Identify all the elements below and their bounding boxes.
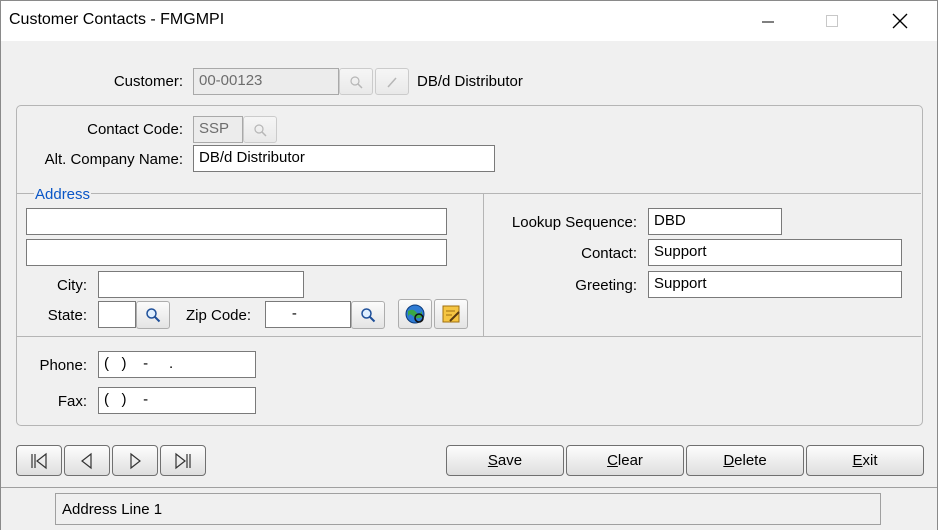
phone-divider: [17, 336, 921, 337]
previous-record-icon: [81, 452, 92, 469]
close-icon: [892, 13, 908, 29]
address-divider: [17, 193, 921, 194]
phone-label: Phone:: [39, 357, 87, 374]
city-field[interactable]: [98, 271, 304, 298]
lookup-sequence-field[interactable]: DBD: [648, 208, 782, 235]
close-button[interactable]: [877, 1, 923, 41]
column-divider: [483, 194, 484, 336]
contact-label: Contact:: [581, 245, 637, 262]
minimize-icon: [762, 21, 774, 23]
zip-code-field[interactable]: -: [265, 301, 351, 328]
pencil-icon: [387, 77, 397, 87]
state-search-button[interactable]: [136, 301, 170, 329]
notes-button[interactable]: [434, 299, 468, 329]
search-icon: [254, 123, 267, 137]
customer-contacts-window: Customer Contacts - FMGMPI Customer: 00-…: [0, 0, 938, 530]
lookup-sequence-label: Lookup Sequence:: [511, 214, 637, 231]
previous-record-button[interactable]: [64, 445, 110, 476]
status-text: Address Line 1: [55, 493, 881, 525]
window-title: Customer Contacts - FMGMPI: [9, 11, 225, 28]
customer-number-field[interactable]: 00-00123: [193, 68, 339, 95]
map-lookup-button[interactable]: [398, 299, 432, 329]
address-line1-field[interactable]: [26, 208, 447, 235]
customer-search-button[interactable]: [339, 68, 373, 95]
city-label: City:: [57, 277, 87, 294]
notepad-edit-icon: [442, 305, 460, 323]
greeting-field[interactable]: Support: [648, 271, 902, 298]
state-field[interactable]: [98, 301, 136, 328]
status-bar: Address Line 1: [1, 487, 937, 530]
alt-company-label: Alt. Company Name:: [44, 151, 183, 168]
last-record-icon: [175, 452, 191, 469]
save-label: ave: [497, 452, 523, 469]
clear-label: lear: [617, 452, 643, 469]
greeting-label: Greeting:: [575, 277, 637, 294]
delete-button[interactable]: Delete: [686, 445, 804, 476]
customer-label: Customer:: [113, 73, 183, 90]
contact-field[interactable]: Support: [648, 239, 902, 266]
customer-name: DB/d Distributor: [417, 73, 523, 90]
next-record-icon: [130, 452, 141, 469]
exit-label: xit: [862, 452, 878, 469]
customer-edit-button[interactable]: [375, 68, 409, 95]
address-legend: Address: [34, 186, 92, 203]
save-button[interactable]: Save: [446, 445, 564, 476]
fax-field[interactable]: ( ) -: [98, 387, 256, 414]
last-record-button[interactable]: [160, 445, 206, 476]
search-icon: [361, 308, 376, 323]
search-icon: [350, 75, 363, 89]
save-accelerator: S: [487, 452, 498, 469]
zip-code-label: Zip Code:: [186, 307, 252, 324]
contact-code-search-button[interactable]: [243, 116, 277, 143]
search-icon: [146, 308, 161, 323]
fax-label: Fax:: [57, 393, 87, 410]
first-record-button[interactable]: [16, 445, 62, 476]
clear-button[interactable]: Clear: [566, 445, 684, 476]
state-label: State:: [47, 307, 87, 324]
exit-accelerator: E: [852, 452, 863, 469]
minimize-button[interactable]: [745, 1, 791, 41]
title-bar: Customer Contacts - FMGMPI: [1, 1, 937, 41]
alt-company-field[interactable]: DB/d Distributor: [193, 145, 495, 172]
maximize-icon: [826, 15, 838, 27]
phone-field[interactable]: ( ) - .: [98, 351, 256, 378]
delete-accelerator: D: [723, 452, 735, 469]
next-record-button[interactable]: [112, 445, 158, 476]
first-record-icon: [31, 452, 47, 469]
delete-label: elete: [734, 452, 767, 469]
exit-button[interactable]: Exit: [806, 445, 924, 476]
contact-code-field[interactable]: SSP: [193, 116, 243, 143]
address-line2-field[interactable]: [26, 239, 447, 266]
contact-code-label: Contact Code:: [87, 121, 183, 138]
globe-icon: [405, 304, 425, 324]
zip-search-button[interactable]: [351, 301, 385, 329]
clear-accelerator: C: [607, 452, 618, 469]
maximize-button[interactable]: [809, 1, 855, 41]
